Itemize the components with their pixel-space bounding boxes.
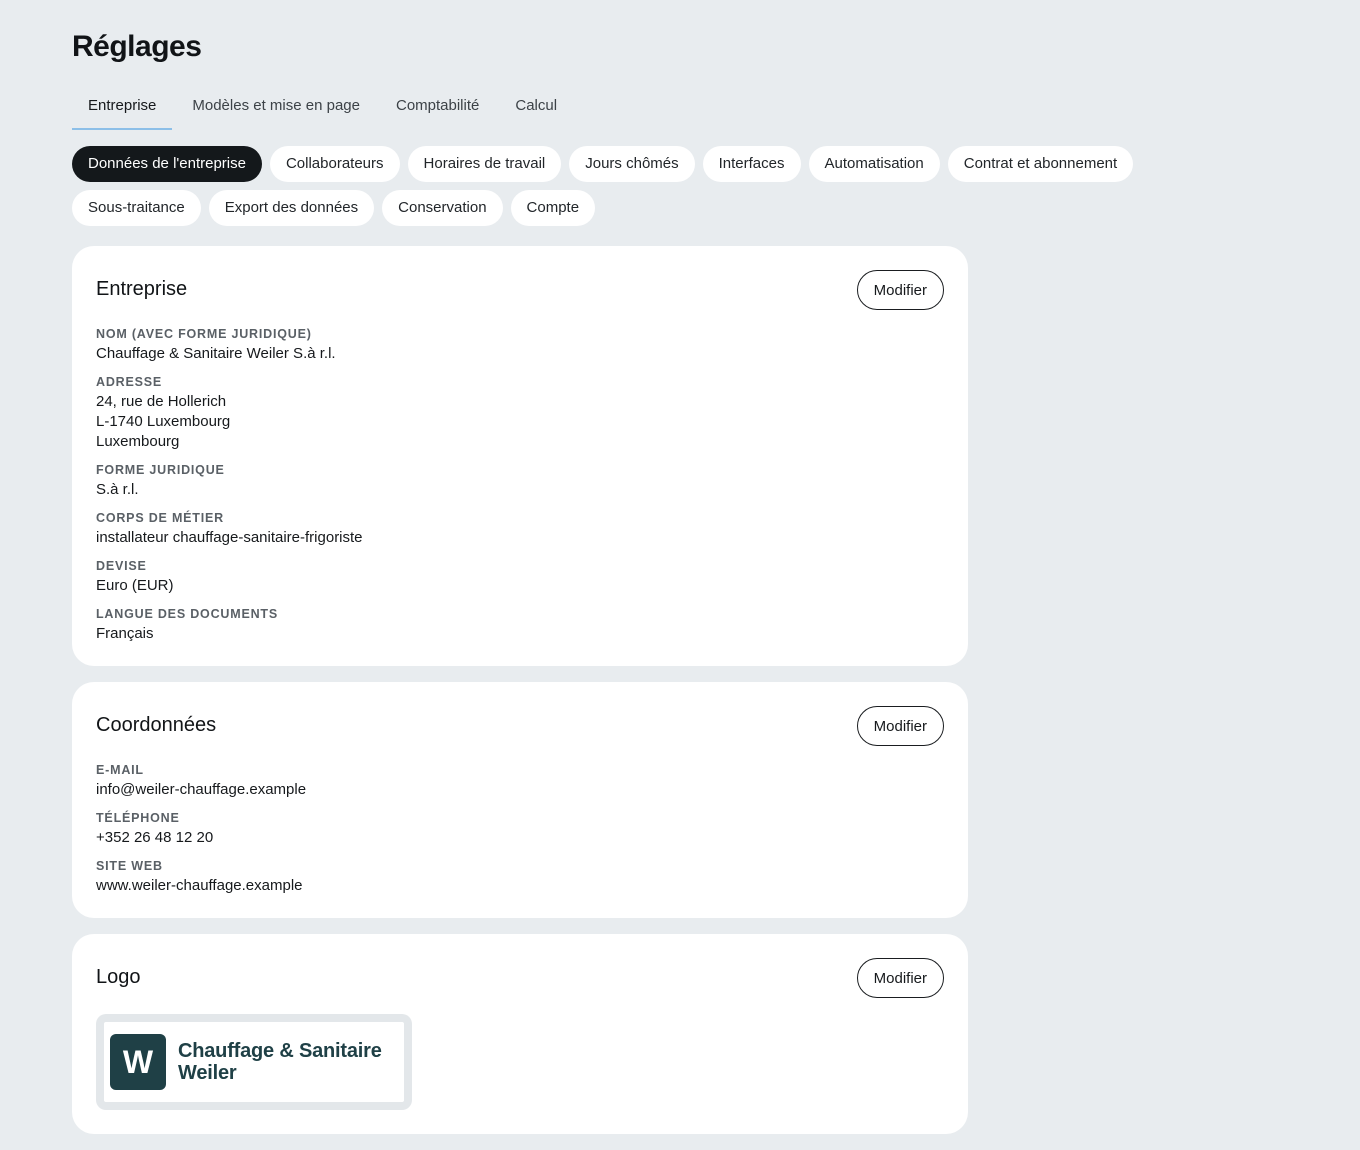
field-label: LANGUE DES DOCUMENTS [96,607,278,621]
logo-preview: W Chauffage & Sanitaire Weiler [96,1014,412,1110]
subnav-conservation[interactable]: Conservation [382,190,503,226]
field-currency: DEVISE Euro (EUR) [96,558,363,596]
subnav-interfaces[interactable]: Interfaces [702,146,801,182]
edit-contact-button[interactable]: Modifier [856,706,944,746]
field-value: Chauffage & Sanitaire Weiler S.à r.l. [96,345,336,362]
field-address: ADRESSE 24, rue de Hollerich L-1740 Luxe… [96,374,363,452]
field-label: NOM (AVEC FORME JURIDIQUE) [96,327,312,341]
field-label: TÉLÉPHONE [96,811,180,825]
subnav-collaborateurs[interactable]: Collaborateurs [269,146,400,182]
contact-card: Coordonnées Modifier E-MAIL info@weiler-… [72,682,968,918]
field-phone: TÉLÉPHONE +352 26 48 12 20 [96,810,306,848]
subnav-compte[interactable]: Compte [510,190,596,226]
field-legal-form: FORME JURIDIQUE S.à r.l. [96,462,363,500]
edit-logo-button[interactable]: Modifier [856,958,944,998]
address-line-1: 24, rue de Hollerich [96,393,227,410]
field-value: installateur chauffage-sanitaire-frigori… [96,529,363,546]
field-label: CORPS DE MÉTIER [96,511,224,525]
company-fields: NOM (AVEC FORME JURIDIQUE) Chauffage & S… [96,326,363,654]
field-value: +352 26 48 12 20 [96,829,214,846]
edit-company-button[interactable]: Modifier [856,270,944,310]
logo-wordmark: Chauffage & Sanitaire Weiler [178,1040,382,1084]
subnav-sous-traitance[interactable]: Sous-traitance [72,190,201,226]
subnav-jours-chomes[interactable]: Jours chômés [569,146,695,182]
subnav-automatisation[interactable]: Automatisation [808,146,940,182]
subnav-export-donnees[interactable]: Export des données [208,190,375,226]
field-label: SITE WEB [96,859,163,873]
tab-entreprise[interactable]: Entreprise [72,88,173,130]
tab-comptabilite[interactable]: Comptabilité [380,88,495,130]
tab-modeles-mise-en-page[interactable]: Modèles et mise en page [176,88,376,130]
contact-fields: E-MAIL info@weiler-chauffage.example TÉL… [96,762,306,906]
field-value: Euro (EUR) [96,577,174,594]
subnav-horaires-travail[interactable]: Horaires de travail [407,146,562,182]
address-line-3: Luxembourg [96,433,180,450]
logo-name-line-2: Weiler [178,1062,237,1084]
field-value: www.weiler-chauffage.example [96,877,303,894]
field-company-name: NOM (AVEC FORME JURIDIQUE) Chauffage & S… [96,326,363,364]
logo-card: Logo Modifier W Chauffage & Sanitaire We… [72,934,968,1134]
logo-mark: W [110,1034,166,1090]
subnav-donnees-entreprise[interactable]: Données de l'entreprise [72,146,262,182]
field-label: FORME JURIDIQUE [96,463,225,477]
section-subnav: Données de l'entreprise Collaborateurs H… [72,146,1272,234]
subnav-row: Données de l'entreprise Collaborateurs H… [72,146,1272,182]
field-value: Français [96,625,154,642]
field-label: DEVISE [96,559,147,573]
page-title: Réglages [72,30,202,63]
field-label: E-MAIL [96,763,144,777]
subnav-row: Sous-traitance Export des données Conser… [72,190,1272,226]
field-email: E-MAIL info@weiler-chauffage.example [96,762,306,800]
company-card: Entreprise Modifier NOM (AVEC FORME JURI… [72,246,968,666]
field-website: SITE WEB www.weiler-chauffage.example [96,858,306,896]
contact-card-title: Coordonnées [96,714,217,736]
company-logo: W Chauffage & Sanitaire Weiler [104,1022,404,1102]
field-label: ADRESSE [96,375,163,389]
main-tabs: Entreprise Modèles et mise en page Compt… [72,88,577,130]
field-document-language: LANGUE DES DOCUMENTS Français [96,606,363,644]
company-card-title: Entreprise [96,278,188,300]
address-line-2: L-1740 Luxembourg [96,413,231,430]
logo-card-title: Logo [96,966,141,988]
tab-calcul[interactable]: Calcul [499,88,573,130]
field-value: S.à r.l. [96,481,139,498]
subnav-contrat-abonnement[interactable]: Contrat et abonnement [947,146,1134,182]
logo-name-line-1: Chauffage & Sanitaire [178,1040,382,1062]
field-trade: CORPS DE MÉTIER installateur chauffage-s… [96,510,363,548]
field-value: info@weiler-chauffage.example [96,781,307,798]
